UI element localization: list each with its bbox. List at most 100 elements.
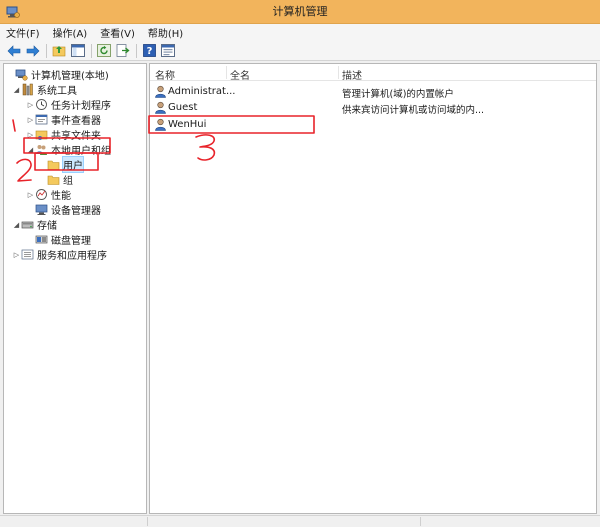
user-row[interactable]: Administrat... 管理计算机(域)的内置帐户 [150, 84, 596, 100]
tree-item-label-wrap: 磁盘管理 [51, 232, 91, 247]
tree-item[interactable]: ▷ 共享文件夹 [26, 127, 101, 143]
user-description: 供来宾访问计算机或访问域的内... [342, 105, 485, 116]
tree-collapsed-arrow-icon[interactable]: ▷ [26, 112, 35, 127]
tree-collapsed-arrow-icon[interactable]: ▷ [26, 187, 35, 202]
menu-help[interactable]: 帮助(H) [148, 25, 183, 40]
tree-item-label: 用户 [63, 161, 83, 172]
export-list-icon [116, 44, 130, 57]
back-arrow-icon [7, 44, 21, 57]
event-viewer-icon [35, 114, 48, 125]
user-account-icon [155, 118, 166, 131]
up-folder-icon [52, 46, 66, 57]
help-button[interactable]: ? [141, 43, 157, 59]
tree-item[interactable]: ◢ 系统工具 [12, 82, 77, 97]
performance-icon [36, 189, 47, 200]
toolbar-separator [136, 43, 137, 58]
tree-collapsed-arrow-icon[interactable]: ▷ [26, 127, 35, 142]
tree-item-label-wrap: 用户 [62, 156, 84, 173]
tree-item-label: 设备管理器 [51, 206, 101, 217]
tree-item-label: 性能 [51, 191, 71, 202]
tree-item[interactable]: 磁盘管理 [26, 232, 91, 247]
column-header-description[interactable]: 描述 [342, 67, 362, 82]
device-manager-icon [35, 204, 48, 215]
tree-item[interactable]: ▷ 性能 [26, 187, 71, 202]
services-apps-icon [21, 249, 34, 260]
tree-expanded-arrow-icon[interactable]: ◢ [12, 82, 21, 97]
tree-item-label-wrap: 共享文件夹 [51, 127, 101, 142]
tree-item-label: 本地用户和组 [51, 146, 111, 157]
forward-button[interactable] [25, 43, 41, 59]
tree-item[interactable]: 用户 [38, 156, 84, 173]
tree-item-label: 组 [63, 176, 73, 187]
menu-bar: 文件(F) 操作(A) 查看(V) 帮助(H) [0, 24, 600, 41]
help-icon: ? [142, 44, 156, 57]
tree-item-label-wrap: 服务和应用程序 [37, 247, 107, 262]
task-scheduler-icon [36, 99, 47, 110]
tree-item-label: 磁盘管理 [51, 236, 91, 247]
user-row[interactable]: Guest 供来宾访问计算机或访问域的内... [150, 100, 596, 116]
users-list-pane[interactable]: 名称 全名 描述 Administrat... 管理计算机(域)的内置帐户 Gu… [149, 63, 597, 514]
window-title: 计算机管理 [272, 5, 328, 18]
local-users-groups-icon [36, 145, 47, 155]
menu-file[interactable]: 文件(F) [6, 25, 40, 40]
user-account-icon [155, 85, 166, 98]
tree-item-label-wrap: 性能 [51, 187, 71, 202]
storage-icon [21, 221, 34, 229]
column-header-fullname[interactable]: 全名 [230, 67, 250, 82]
tree-item[interactable]: 计算机管理(本地) [6, 67, 109, 82]
tree-item[interactable]: ▷ 服务和应用程序 [12, 247, 107, 262]
user-description: 管理计算机(域)的内置帐户 [342, 89, 454, 100]
tree-item-label: 事件查看器 [51, 116, 101, 127]
user-name: Administrat... [168, 86, 236, 97]
column-header-name[interactable]: 名称 [155, 67, 175, 82]
computer-management-icon [15, 69, 28, 81]
export-list-button[interactable] [115, 43, 131, 59]
tree-item[interactable]: ◢ 本地用户和组 [26, 142, 111, 157]
up-level-button[interactable] [51, 43, 67, 59]
tree-item[interactable]: ▷ 任务计划程序 [26, 97, 111, 112]
back-button[interactable] [6, 43, 22, 59]
tree-item-label: 服务和应用程序 [37, 251, 107, 262]
tree-item-label: 存储 [37, 221, 57, 232]
tree-item-label: 计算机管理(本地) [31, 71, 109, 82]
tree-item-label-wrap: 任务计划程序 [51, 97, 111, 112]
column-divider[interactable] [226, 66, 227, 79]
disk-management-icon [35, 235, 48, 244]
tree-item-label-wrap: 设备管理器 [51, 202, 101, 217]
tree-item-label: 共享文件夹 [51, 131, 101, 142]
shared-folder-icon [35, 130, 48, 140]
tree-item-label-wrap: 计算机管理(本地) [31, 67, 109, 82]
tree-item[interactable]: ▷ 事件查看器 [26, 112, 101, 127]
folder-icon [47, 160, 60, 170]
refresh-icon [97, 44, 111, 57]
user-name: WenHui [168, 119, 207, 130]
toolbar: ? [0, 41, 600, 61]
console-tree-pane[interactable]: 计算机管理(本地) ◢ 系统工具 ▷ 任务计划程序 ▷ 事件查看器 ▷ 共享文件夹 ◢ 本地用户和组… [3, 63, 147, 514]
show-hide-tree-button[interactable] [70, 43, 86, 59]
tree-item[interactable]: 组 [38, 172, 73, 187]
menu-view[interactable]: 查看(V) [100, 25, 135, 40]
toolbar-separator [91, 43, 92, 58]
tree-collapsed-arrow-icon[interactable]: ▷ [12, 247, 21, 262]
tree-expanded-arrow-icon[interactable]: ◢ [12, 217, 21, 232]
properties-button[interactable] [160, 43, 176, 59]
user-row[interactable]: WenHui [150, 117, 596, 133]
list-header: 名称 全名 描述 [150, 64, 596, 82]
refresh-button[interactable] [96, 43, 112, 59]
column-divider[interactable] [338, 66, 339, 79]
tree-collapsed-arrow-icon[interactable]: ▷ [26, 97, 35, 112]
tree-item-label-wrap: 本地用户和组 [51, 142, 111, 157]
toolbar-separator [46, 43, 47, 58]
properties-icon [161, 44, 175, 57]
tree-expanded-arrow-icon[interactable]: ◢ [26, 142, 35, 157]
menu-action[interactable]: 操作(A) [53, 25, 88, 40]
tree-item-label-wrap: 事件查看器 [51, 112, 101, 127]
show-hide-tree-icon [71, 44, 85, 57]
tree-item-label-wrap: 组 [63, 172, 73, 187]
tree-item[interactable]: ◢ 存储 [12, 217, 57, 233]
tree-item[interactable]: 设备管理器 [26, 202, 101, 217]
